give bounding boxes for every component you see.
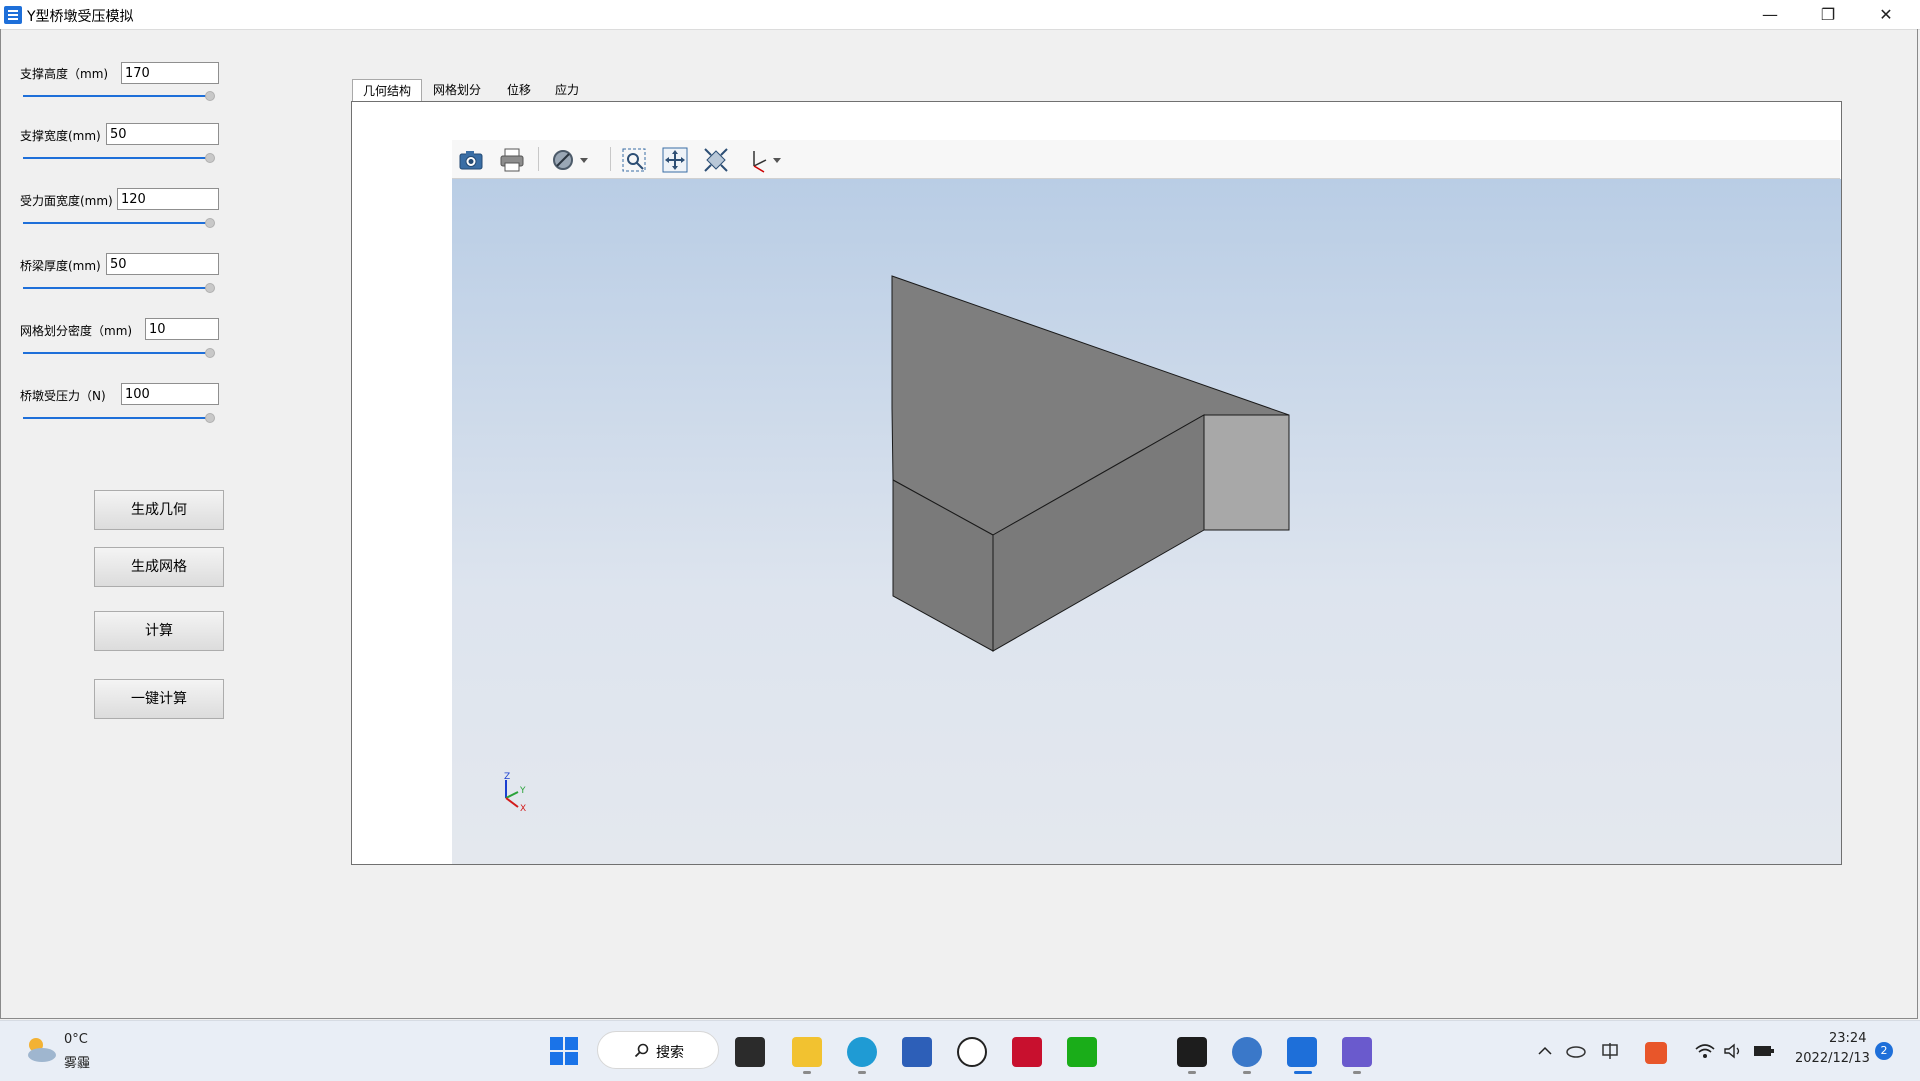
taskbar-search[interactable]: 搜索 — [597, 1031, 719, 1069]
param-label-mesh-density: 网格划分密度（mm) — [20, 324, 133, 338]
model-end-face — [1203, 414, 1290, 531]
search-label: 搜索 — [656, 1045, 684, 1061]
slider-thumb[interactable] — [205, 91, 215, 101]
slider-thumb[interactable] — [205, 153, 215, 163]
geometry-model: Z Y X — [504, 275, 1290, 814]
zoom-box-icon[interactable] — [620, 146, 648, 174]
running-indicator — [1353, 1071, 1361, 1074]
param-label-support-height: 支撑高度（mm) — [20, 67, 109, 81]
param-label-beam-thickness: 桥梁厚度(mm) — [20, 259, 101, 273]
clock-time: 23:24 — [1829, 1031, 1867, 1046]
pier-pressure-slider[interactable] — [23, 413, 215, 423]
slider-thumb[interactable] — [205, 413, 215, 423]
pier-pressure-input[interactable] — [121, 383, 219, 405]
sogou-input-icon[interactable] — [1645, 1042, 1667, 1064]
chevron-down-icon[interactable] — [770, 146, 784, 174]
app-icon — [4, 6, 22, 24]
support-width-input[interactable] — [106, 123, 219, 145]
wifi-icon[interactable] — [1694, 1042, 1716, 1060]
toolbar-separator — [610, 147, 611, 171]
slider-track — [23, 157, 209, 159]
windows-start-icon[interactable] — [548, 1035, 580, 1067]
slider-track — [23, 287, 209, 289]
slider-thumb[interactable] — [205, 283, 215, 293]
running-indicator — [803, 1071, 811, 1074]
tab-stress[interactable]: 应力 — [545, 79, 589, 101]
edge-browser-icon[interactable] — [847, 1037, 877, 1067]
fit-all-icon[interactable] — [702, 146, 730, 174]
z-axis-label: Z — [504, 772, 510, 782]
tab-displacement[interactable]: 位移 — [497, 79, 541, 101]
compute-button[interactable]: 计算 — [94, 611, 224, 651]
generate-mesh-button[interactable]: 生成网格 — [94, 547, 224, 587]
display-mode-icon[interactable] — [551, 146, 579, 174]
beam-thickness-input[interactable] — [106, 253, 219, 275]
battery-icon[interactable] — [1752, 1042, 1776, 1060]
wechat-icon[interactable] — [1067, 1037, 1097, 1067]
dell-icon[interactable] — [957, 1037, 987, 1067]
slider-track — [23, 95, 209, 97]
mesh-density-input[interactable] — [145, 318, 219, 340]
y-axis-label: Y — [519, 786, 526, 796]
support-height-input[interactable] — [121, 62, 219, 84]
print-icon[interactable] — [498, 146, 526, 174]
chevron-up-icon[interactable] — [1537, 1043, 1553, 1059]
generate-geometry-button[interactable]: 生成几何 — [94, 490, 224, 530]
chevron-down-icon[interactable] — [577, 146, 591, 174]
toolbar-separator — [538, 147, 539, 171]
slider-track — [23, 352, 209, 354]
support-width-slider[interactable] — [23, 153, 215, 163]
slider-thumb[interactable] — [205, 218, 215, 228]
mesh-density-slider[interactable] — [23, 348, 215, 358]
input-method-icon[interactable] — [1600, 1042, 1620, 1060]
microsoft-store-icon[interactable] — [902, 1037, 932, 1067]
x-axis — [505, 797, 519, 808]
param-label-load-face-width: 受力面宽度(mm) — [20, 194, 113, 208]
weather-description: 雾霾 — [64, 1056, 91, 1071]
3d-viewport[interactable]: Z Y X — [452, 179, 1841, 864]
search-icon — [634, 1043, 649, 1058]
window-title: Y型桥墩受压模拟 — [27, 9, 134, 25]
maximize-button[interactable]: ❐ — [1799, 0, 1857, 29]
media-player-icon[interactable] — [1177, 1037, 1207, 1067]
param-label-pier-pressure: 桥墩受压力（N) — [20, 389, 106, 403]
tab-mesh[interactable]: 网格划分 — [423, 79, 491, 101]
one-click-compute-button[interactable]: 一键计算 — [94, 679, 224, 719]
close-button[interactable]: ✕ — [1857, 0, 1915, 29]
mountain-app-icon[interactable] — [1342, 1037, 1372, 1067]
notification-badge[interactable]: 2 — [1875, 1042, 1893, 1060]
slider-thumb[interactable] — [205, 348, 215, 358]
tab-geometry[interactable]: 几何结构 — [352, 79, 423, 103]
simulation-app-taskbar-icon[interactable] — [1287, 1037, 1317, 1067]
running-indicator — [858, 1071, 866, 1074]
app-swirl-icon[interactable] — [1232, 1037, 1262, 1067]
beam-thickness-slider[interactable] — [23, 283, 215, 293]
axis-triad: Z Y X — [504, 772, 526, 814]
slider-track — [23, 222, 209, 224]
camera-icon[interactable] — [457, 146, 485, 174]
y-axis — [505, 791, 519, 799]
title-bar: Y型桥墩受压模拟 — ❐ ✕ — [0, 0, 1920, 30]
load-face-width-input[interactable] — [117, 188, 219, 210]
file-explorer-icon[interactable] — [792, 1037, 822, 1067]
volume-icon[interactable] — [1723, 1042, 1743, 1060]
viewer-toolbar — [452, 140, 1840, 179]
active-indicator — [1294, 1071, 1312, 1074]
pan-icon[interactable] — [661, 146, 689, 174]
weather-temperature: 0°C — [64, 1032, 88, 1047]
task-view-icon[interactable] — [735, 1037, 765, 1067]
param-label-support-width: 支撑宽度(mm) — [20, 129, 101, 143]
slider-track — [23, 417, 209, 419]
clock-date: 2022/12/13 — [1795, 1051, 1870, 1066]
load-face-width-slider[interactable] — [23, 218, 215, 228]
support-height-slider[interactable] — [23, 91, 215, 101]
mcafee-icon[interactable] — [1012, 1037, 1042, 1067]
cloud-icon[interactable] — [1565, 1042, 1587, 1058]
weather-icon[interactable] — [20, 1033, 60, 1067]
x-axis-label: X — [520, 804, 526, 814]
axes-view-icon[interactable] — [744, 146, 772, 174]
minimize-button[interactable]: — — [1741, 0, 1799, 29]
running-indicator — [1188, 1071, 1196, 1074]
running-indicator — [1243, 1071, 1251, 1074]
